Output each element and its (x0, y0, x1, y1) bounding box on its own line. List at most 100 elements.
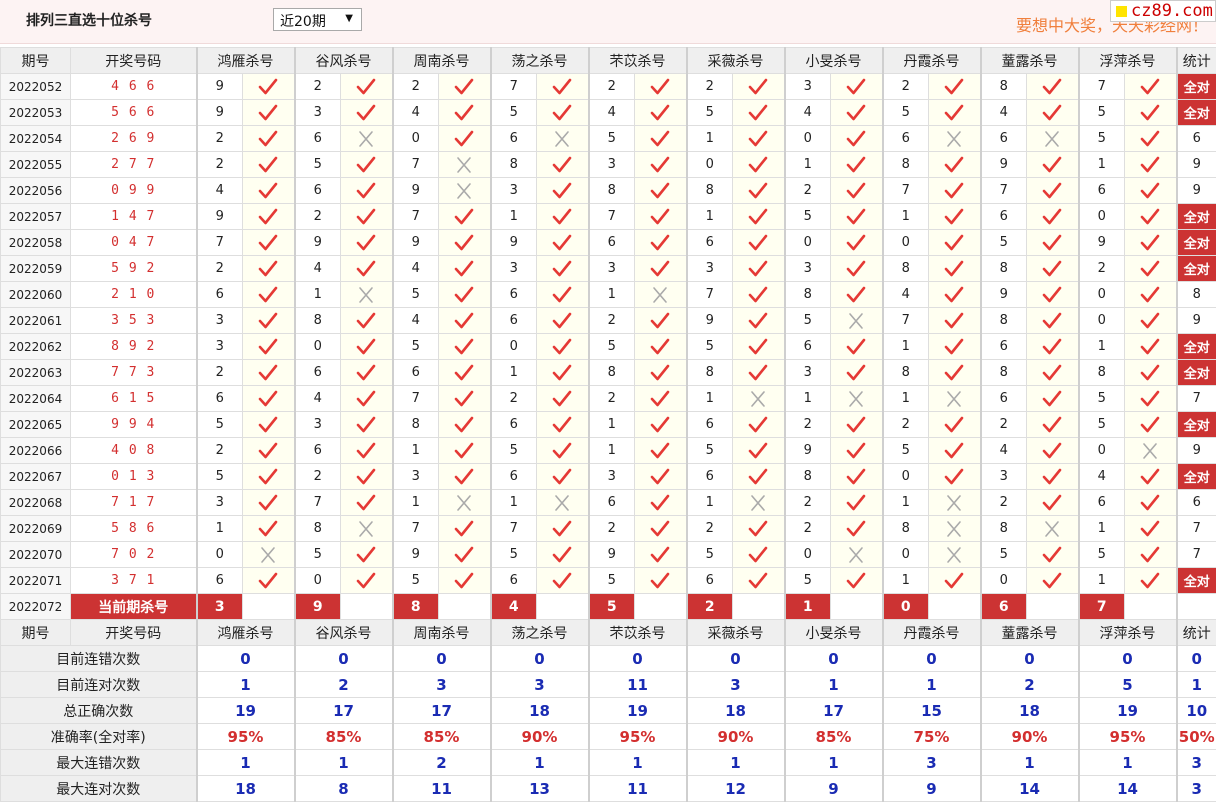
kill-number-cell: 5 (587, 333, 635, 360)
kill-number-cell: 6 (195, 567, 243, 594)
result-mark-cell (634, 333, 687, 360)
kill-number-cell: 6 (293, 359, 341, 386)
draw-numbers-cell: 5 6 6 (70, 99, 197, 126)
check-icon (552, 234, 572, 250)
check-icon (748, 208, 768, 224)
issue-cell: 2022056 (0, 177, 71, 204)
check-icon (552, 338, 572, 354)
result-mark-cell (928, 411, 981, 438)
check-icon (454, 338, 474, 354)
result-mark-cell (1026, 411, 1079, 438)
summary-value: 0 (979, 645, 1079, 672)
summary-stat-value: 3 (1175, 775, 1216, 802)
check-icon (1140, 182, 1160, 198)
result-mark-cell (928, 489, 981, 516)
summary-value: 1 (979, 749, 1079, 776)
check-icon (552, 390, 572, 406)
kill-number-cell: 3 (783, 73, 831, 100)
check-icon (748, 572, 768, 588)
check-icon (748, 468, 768, 484)
check-icon (1140, 338, 1160, 354)
kill-number-cell: 9 (195, 99, 243, 126)
kill-number-cell: 5 (293, 541, 341, 568)
summary-stat-value: 50% (1175, 723, 1216, 750)
result-mark-cell (732, 359, 785, 386)
result-mark-cell (634, 515, 687, 542)
check-icon (1042, 312, 1062, 328)
cross-icon (849, 546, 864, 563)
check-icon (650, 156, 670, 172)
col-header-expert: 芣苡杀号 (587, 47, 687, 74)
cross-icon (1045, 520, 1060, 537)
check-icon (650, 494, 670, 510)
empty-cell (928, 593, 981, 620)
table-row: 2022069 5 8 618772228817 (0, 515, 1216, 542)
result-mark-cell (1124, 515, 1177, 542)
kill-number-cell: 5 (783, 203, 831, 230)
summary-value: 0 (587, 645, 687, 672)
check-icon (258, 78, 278, 94)
result-mark-cell (634, 541, 687, 568)
kill-number-cell: 6 (195, 385, 243, 412)
summary-value: 3 (685, 671, 785, 698)
check-icon (258, 130, 278, 146)
kill-number-cell: 1 (1077, 151, 1125, 178)
header-row: 期号 开奖号码 鸿雁杀号 谷风杀号 周南杀号 荡之杀号 芣苡杀号 采薇杀号 小旻杀号 丹霞杀号 蕫露… (0, 47, 1216, 74)
result-mark-cell (340, 437, 393, 464)
kill-number-cell: 3 (195, 307, 243, 334)
summary-value: 2 (391, 749, 491, 776)
result-mark-cell (438, 73, 491, 100)
summary-value: 19 (1077, 697, 1177, 724)
result-mark-cell (1124, 489, 1177, 516)
draw-numbers-cell: 7 0 2 (70, 541, 197, 568)
check-icon (356, 312, 376, 328)
col-header-issue: 期号 (0, 619, 71, 646)
check-icon (356, 390, 376, 406)
check-icon (356, 208, 376, 224)
period-select[interactable]: 近20期 ▼ (273, 8, 362, 31)
result-mark-cell (242, 489, 295, 516)
result-mark-cell (634, 411, 687, 438)
kill-number-cell: 4 (979, 99, 1027, 126)
kill-number-cell: 0 (1077, 307, 1125, 334)
check-icon (258, 390, 278, 406)
check-icon (650, 416, 670, 432)
summary-value: 17 (783, 697, 883, 724)
summary-value: 0 (1077, 645, 1177, 672)
result-mark-cell (1026, 125, 1079, 152)
check-icon (846, 286, 866, 302)
kill-number-cell: 0 (1077, 281, 1125, 308)
table-row: 2022067 0 1 3 5 2 3 6 3 6 8 0 3 4 全对 (0, 463, 1216, 490)
cross-icon (849, 312, 864, 329)
result-mark-cell (438, 385, 491, 412)
check-icon (356, 234, 376, 250)
result-mark-cell (1124, 125, 1177, 152)
result-mark-cell (536, 411, 589, 438)
result-mark-cell (242, 411, 295, 438)
summary-value: 1 (293, 749, 393, 776)
check-icon (748, 260, 768, 276)
check-icon (1042, 364, 1062, 380)
check-icon (356, 182, 376, 198)
kill-number-cell: 2 (881, 411, 929, 438)
summary-value: 90% (979, 723, 1079, 750)
kill-number-cell: 2 (587, 515, 635, 542)
draw-numbers-cell: 5 9 2 (70, 255, 197, 282)
draw-numbers-cell: 3 7 1 (70, 567, 197, 594)
site-badge[interactable]: cz89.com (1110, 0, 1216, 22)
col-header-expert: 谷风杀号 (293, 619, 393, 646)
summary-value: 11 (587, 671, 687, 698)
kill-number-cell: 6 (685, 567, 733, 594)
table-row: 2022052 4 6 6 9 2 2 7 2 2 3 2 8 7 全对 (0, 73, 1216, 100)
summary-value: 95% (587, 723, 687, 750)
check-icon (748, 338, 768, 354)
summary-value: 13 (489, 775, 589, 802)
summary-value: 85% (783, 723, 883, 750)
summary-value: 75% (881, 723, 981, 750)
kill-number-cell: 5 (391, 567, 439, 594)
table-row: 2022064 6 1 564722111657 (0, 385, 1216, 412)
col-header-stat: 统计 (1175, 619, 1216, 646)
cross-icon (457, 182, 472, 199)
check-icon (650, 468, 670, 484)
check-icon (748, 416, 768, 432)
